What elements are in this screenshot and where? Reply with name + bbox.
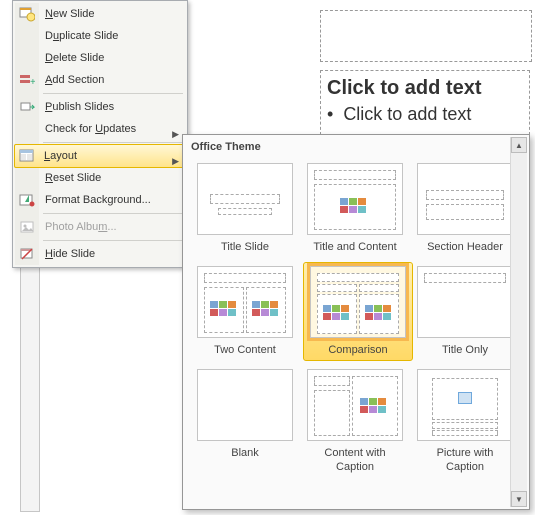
menu-separator xyxy=(43,93,183,94)
new-slide-icon xyxy=(18,5,36,23)
layout-option-comparison[interactable]: Comparison xyxy=(303,262,413,361)
menu-item-label: Duplicate Slide xyxy=(45,30,118,42)
menu-item-new-slide[interactable]: New Slide xyxy=(15,3,185,25)
menu-item-photo-album: Photo Album... xyxy=(15,216,185,238)
blank-icon xyxy=(18,49,36,67)
gallery-header: Office Theme xyxy=(183,135,529,159)
gallery-scrollbar[interactable]: ▲ ▼ xyxy=(510,137,527,507)
slide-context-menu: New Slide Duplicate Slide Delete Slide + Add… xyxy=(12,0,188,268)
menu-item-label: Reset Slide xyxy=(45,172,101,184)
menu-item-reset-slide[interactable]: Reset Slide xyxy=(15,167,185,189)
menu-item-layout[interactable]: Layout▶ xyxy=(14,144,186,168)
menu-item-duplicate-slide[interactable]: Duplicate Slide xyxy=(15,25,185,47)
blank-icon xyxy=(18,27,36,45)
layout-option-section-header[interactable]: Section Header xyxy=(417,163,513,254)
hide-slide-icon xyxy=(18,245,36,263)
slide-editor-background: Click to add text • Click to add text xyxy=(310,0,530,150)
layout-thumbnail xyxy=(417,266,513,338)
layout-label: Content with Caption xyxy=(307,447,403,473)
layout-thumbnail xyxy=(307,369,403,441)
publish-icon xyxy=(18,98,36,116)
menu-item-delete-slide[interactable]: Delete Slide xyxy=(15,47,185,69)
layout-icon xyxy=(18,147,36,165)
layout-thumbnail xyxy=(310,266,406,338)
layout-option-picture-with-caption[interactable]: Picture with Caption xyxy=(417,369,513,473)
menu-item-format-background[interactable]: Format Background... xyxy=(15,189,185,211)
content-placeholder[interactable]: Click to add text • Click to add text xyxy=(320,70,530,135)
blank-icon xyxy=(18,169,36,187)
menu-item-label: Photo Album... xyxy=(45,221,117,233)
submenu-arrow-icon: ▶ xyxy=(172,123,179,145)
menu-separator xyxy=(43,240,183,241)
layout-label: Title Only xyxy=(417,344,513,357)
placeholder-prompt-text: Click to add text xyxy=(327,77,523,100)
menu-item-label: Add Section xyxy=(45,74,104,86)
menu-item-label: New Slide xyxy=(45,8,95,20)
placeholder-bullet-text: • Click to add text xyxy=(327,104,523,125)
menu-item-hide-slide[interactable]: Hide Slide xyxy=(15,243,185,265)
menu-item-check-for-updates[interactable]: Check for Updates▶ xyxy=(15,118,185,140)
blank-icon xyxy=(18,120,36,138)
layout-thumbnail xyxy=(197,369,293,441)
layout-label: Two Content xyxy=(197,344,293,357)
menu-item-label: Delete Slide xyxy=(45,52,104,64)
menu-item-label: Format Background... xyxy=(45,194,151,206)
title-placeholder[interactable] xyxy=(320,10,532,62)
menu-item-label: Hide Slide xyxy=(45,248,95,260)
layout-option-title-slide[interactable]: Title Slide xyxy=(197,163,293,254)
menu-separator xyxy=(43,213,183,214)
layout-label: Picture with Caption xyxy=(417,447,513,473)
layout-option-blank[interactable]: Blank xyxy=(197,369,293,473)
layout-label: Comparison xyxy=(307,344,409,357)
layout-option-content-with-caption[interactable]: Content with Caption xyxy=(307,369,403,473)
svg-text:+: + xyxy=(30,77,35,88)
format-bg-icon xyxy=(18,191,36,209)
layout-thumbnail xyxy=(307,163,403,235)
layout-thumbnail xyxy=(197,266,293,338)
menu-item-add-section[interactable]: + Add Section xyxy=(15,69,185,91)
menu-item-label: Publish Slides xyxy=(45,101,114,113)
vertical-ruler xyxy=(20,260,40,512)
layout-option-title-only[interactable]: Title Only xyxy=(417,266,513,357)
layout-label: Blank xyxy=(197,447,293,460)
scroll-up-button[interactable]: ▲ xyxy=(511,137,527,153)
layout-label: Title Slide xyxy=(197,241,293,254)
scroll-down-button[interactable]: ▼ xyxy=(511,491,527,507)
menu-item-publish-slides[interactable]: Publish Slides xyxy=(15,96,185,118)
menu-item-label: Check for Updates xyxy=(45,123,136,135)
layout-label: Section Header xyxy=(417,241,513,254)
layout-label: Title and Content xyxy=(307,241,403,254)
layout-thumbnail xyxy=(197,163,293,235)
layout-option-two-content[interactable]: Two Content xyxy=(197,266,293,357)
menu-separator xyxy=(43,142,183,143)
layout-thumbnail xyxy=(417,369,513,441)
layout-thumbnail xyxy=(417,163,513,235)
photo-album-icon xyxy=(18,218,36,236)
add-section-icon: + xyxy=(18,71,36,89)
layout-option-title-and-content[interactable]: Title and Content xyxy=(307,163,403,254)
layout-gallery-flyout: Office Theme Title Slide Title and Conten… xyxy=(182,134,530,510)
menu-item-label: Layout xyxy=(44,150,77,162)
